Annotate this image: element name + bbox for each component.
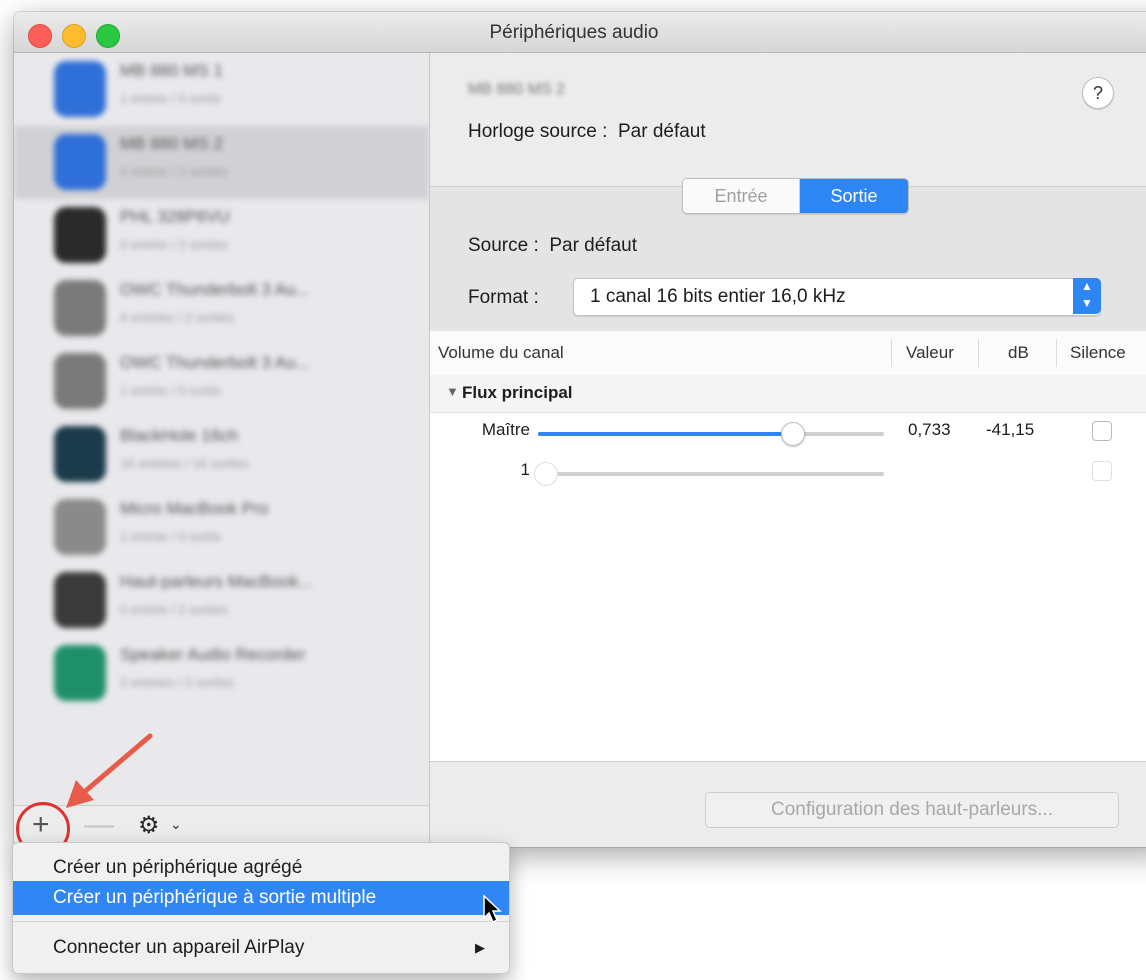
table-header: Volume du canal Valeur dB Silence [430, 331, 1146, 376]
column-divider [1056, 339, 1057, 367]
audio-devices-window: Périphériques audio MB 880 MS 1 1 entrée … [14, 12, 1146, 847]
device-channels: 0 entrée / 2 sorties [120, 237, 228, 252]
device-channels: 16 entrées / 16 sorties [120, 456, 249, 471]
displayport-icon [54, 207, 106, 263]
device-name: Speaker Audio Recorder [120, 645, 306, 664]
speaker-icon [54, 572, 106, 628]
io-segmented-control: Entrée Sortie [682, 178, 909, 214]
remove-device-button[interactable]: — [84, 810, 114, 840]
device-list-item[interactable]: Micro MacBook Pro 1 entrée / 0 sortie [14, 491, 429, 564]
tab-input[interactable]: Entrée [683, 179, 800, 213]
device-name: MB 880 MS 2 [468, 81, 565, 98]
device-name: PHL 328P6VU [120, 207, 230, 226]
up-down-arrows-icon[interactable]: ▲ ▼ [1073, 278, 1101, 314]
device-list-item[interactable]: BlackHole 16ch 16 entrées / 16 sorties [14, 418, 429, 491]
source-label: Source : [468, 235, 539, 256]
tab-output[interactable]: Sortie [800, 179, 908, 213]
channel-db[interactable]: -41,15 [986, 420, 1034, 440]
disclosure-triangle-icon[interactable]: ▼ [446, 384, 459, 399]
channel-value[interactable]: 0,733 [908, 420, 951, 440]
menu-item-airplay[interactable]: Connecter un appareil AirPlay ▶ [13, 931, 509, 965]
format-label: Format : [468, 287, 539, 308]
chevron-down-icon[interactable]: ⌄ [170, 816, 182, 833]
titlebar: Périphériques audio [14, 12, 1146, 53]
device-channels: 1 entrée / 0 sortie [120, 529, 222, 544]
microphone-icon [54, 499, 106, 555]
menu-item-label: Créer un périphérique agrégé [53, 857, 303, 878]
menu-item-label: Créer un périphérique à sortie multiple [53, 887, 377, 908]
column-header-volume[interactable]: Volume du canal [438, 343, 564, 363]
speaker-config-button[interactable]: Configuration des haut-parleurs... [705, 792, 1119, 828]
device-list-item[interactable]: OWC Thunderbolt 3 Au... 4 entrées / 2 sor… [14, 272, 429, 345]
device-name: BlackHole 16ch [120, 426, 239, 445]
channel-row: Maître 0,733 -41,15 [430, 413, 1146, 451]
format-select[interactable]: 1 canal 16 bits entier 16,0 kHz ▲ ▼ [573, 278, 1101, 316]
device-footer: Configuration des haut-parleurs... [430, 761, 1146, 847]
format-value: 1 canal 16 bits entier 16,0 kHz [590, 286, 846, 307]
device-name: OWC Thunderbolt 3 Au... [120, 280, 310, 299]
window-title: Périphériques audio [489, 22, 659, 43]
bluetooth-icon [54, 134, 106, 190]
device-settings: Entrée Sortie Source : Par défaut Format… [430, 178, 1146, 791]
device-list-item[interactable]: Speaker Audio Recorder 2 entrées / 2 sort… [14, 637, 429, 710]
submenu-arrow-icon: ▶ [475, 940, 485, 955]
usb-icon [54, 280, 106, 336]
recorder-icon [54, 645, 106, 701]
device-channels: 0 entrée / 2 sorties [120, 602, 228, 617]
device-name: OWC Thunderbolt 3 Au... [120, 353, 310, 372]
device-name: MB 880 MS 2 [120, 134, 223, 153]
device-list-sidebar: MB 880 MS 11 entrée / 0 sortie MB 880 MS … [14, 53, 430, 847]
sidebar-toolbar: + — ⚙ ⌄ [14, 805, 429, 847]
blackhole-icon [54, 426, 106, 482]
column-header-valeur[interactable]: Valeur [906, 343, 954, 363]
channel-label: 1 [520, 460, 530, 479]
clock-source-value: Par défaut [617, 121, 706, 142]
source-value: Par défaut [549, 235, 637, 256]
device-channels: 4 entrées / 2 sorties [120, 310, 235, 325]
silence-checkbox[interactable] [1092, 421, 1112, 441]
menu-separator [13, 921, 509, 922]
group-label: Flux principal [462, 383, 573, 402]
device-name: MB 880 MS 1 [120, 61, 223, 80]
device-header: MB 880 MS 2 ? Horloge source : Par défau… [430, 53, 1146, 185]
device-name: Haut-parleurs MacBook... [120, 572, 313, 591]
device-channels: 1 entrée / 0 sortie [120, 383, 222, 398]
volume-fill [538, 432, 792, 436]
column-divider [978, 339, 979, 367]
menu-item-multi-output[interactable]: Créer un périphérique à sortie multiple [13, 881, 509, 915]
column-divider [891, 339, 892, 367]
device-channels: 1 entrée / 0 sortie [120, 91, 222, 106]
gear-icon[interactable]: ⚙ [138, 810, 160, 842]
menu-item-aggregate[interactable]: Créer un périphérique agrégé [13, 851, 509, 885]
group-row[interactable]: ▼ Flux principal [430, 375, 1146, 413]
silence-checkbox [1092, 461, 1112, 481]
column-header-db[interactable]: dB [1008, 343, 1029, 363]
device-name: Micro MacBook Pro [120, 499, 269, 518]
clock-source-label: Horloge source : [468, 121, 608, 142]
menu-item-label: Connecter un appareil AirPlay [53, 937, 305, 958]
volume-slider-knob [533, 462, 558, 486]
device-channels: 0 entrée / 2 sorties [120, 164, 228, 179]
channel-label: Maître [481, 420, 530, 439]
add-device-menu: Créer un périphérique agrégé Créer un pé… [12, 842, 510, 974]
device-list-item[interactable]: OWC Thunderbolt 3 Au... 1 entrée / 0 sort… [14, 345, 429, 418]
source-row: Source : Par défaut [468, 235, 637, 257]
channel-row: 1 [430, 453, 1146, 491]
usb-icon [54, 353, 106, 409]
column-header-silence[interactable]: Silence [1070, 343, 1126, 363]
channel-volume-table: Volume du canal Valeur dB Silence ▼ Flux… [430, 331, 1146, 791]
volume-slider [533, 462, 884, 486]
help-button[interactable]: ? [1082, 77, 1114, 109]
device-list-item[interactable]: MB 880 MS 1 1 entrée / 0 sortie [14, 53, 429, 126]
mouse-cursor-icon [483, 894, 502, 924]
device-list-item[interactable]: Haut-parleurs MacBook... 0 entrée / 2 sor… [14, 564, 429, 637]
volume-slider-knob[interactable] [780, 422, 805, 446]
volume-slider[interactable] [538, 422, 884, 446]
device-list-item[interactable]: PHL 328P6VU 0 entrée / 2 sorties [14, 199, 429, 272]
device-channels: 2 entrées / 2 sorties [120, 675, 235, 690]
bluetooth-icon [54, 61, 106, 117]
device-list-item[interactable]: MB 880 MS 2 0 entrée / 2 sorties [14, 126, 429, 199]
clock-source: Horloge source : Par défaut [468, 121, 706, 143]
